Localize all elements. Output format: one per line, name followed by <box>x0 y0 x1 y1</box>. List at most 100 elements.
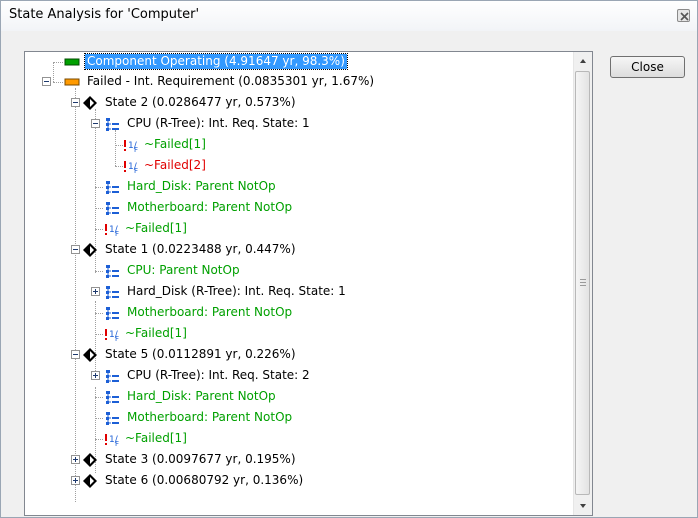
failure-mode-icon: 1/F <box>122 158 140 175</box>
tree-item-hard-disk[interactable]: Hard_Disk: Parent NotOp <box>25 177 573 197</box>
tree-connector <box>95 397 103 398</box>
rtree-icon <box>103 368 121 384</box>
tree-item-label: Component Operating (4.91647 yr, 98.3%) <box>84 53 348 70</box>
tree-item-label: Hard_Disk: Parent NotOp <box>127 389 276 403</box>
svg-text:F: F <box>134 167 138 174</box>
failure-mode-icon: 1/F <box>103 431 121 448</box>
collapse-toggle[interactable] <box>71 245 80 254</box>
state-analysis-window: State Analysis for 'Computer' Component … <box>0 0 698 518</box>
tree-item-label: State 6 (0.00680792 yr, 0.136%) <box>105 473 304 487</box>
collapse-toggle[interactable] <box>71 350 80 359</box>
tree-connector <box>95 334 103 335</box>
tree-item-label: Failed - Int. Requirement (0.0835301 yr,… <box>87 74 375 88</box>
tree-item-label: CPU: Parent NotOp <box>127 263 240 277</box>
close-button[interactable]: Close <box>610 56 685 78</box>
tree-connector <box>95 439 103 440</box>
grip-line <box>580 279 586 280</box>
tree-item-cpu-rtree[interactable]: CPU (R-Tree): Int. Req. State: 2 <box>25 366 573 386</box>
close-icon <box>680 12 689 21</box>
collapse-toggle[interactable] <box>91 119 100 128</box>
grip-line <box>580 285 586 286</box>
down-arrow-icon <box>580 504 586 508</box>
tree-connector <box>95 229 103 230</box>
collapse-toggle[interactable] <box>42 77 51 86</box>
expand-toggle[interactable] <box>71 476 80 485</box>
tree-item-failed-int-requirement[interactable]: Failed - Int. Requirement (0.0835301 yr,… <box>25 72 573 92</box>
tree-item-failure-mode[interactable]: 1/F ~Failed[2] <box>25 156 573 176</box>
tree-item-label: Hard_Disk: Parent NotOp <box>127 179 276 193</box>
diamond-state-icon <box>81 95 99 111</box>
window-title: State Analysis for 'Computer' <box>9 7 200 22</box>
scroll-up-button[interactable] <box>575 53 591 70</box>
tree-item-label: CPU (R-Tree): Int. Req. State: 1 <box>127 116 310 130</box>
up-arrow-icon <box>580 59 586 63</box>
rtree-icon <box>103 116 121 132</box>
diamond-state-icon <box>81 347 99 363</box>
rtree-icon <box>103 389 121 405</box>
failure-mode-icon: 1/F <box>103 221 121 238</box>
failure-mode-icon: 1/F <box>103 326 121 343</box>
scroll-thumb[interactable] <box>575 71 590 495</box>
tree-item-failure-mode[interactable]: 1/F ~Failed[1] <box>25 324 573 344</box>
tree-item-label: ~Failed[1] <box>125 431 187 445</box>
tree-item-label: State 2 (0.0286477 yr, 0.573%) <box>105 95 296 109</box>
tree-items: Component Operating (4.91647 yr, 98.3%) … <box>25 52 573 515</box>
tree-item-label: State 5 (0.0112891 yr, 0.226%) <box>105 347 296 361</box>
tree-item-label: Motherboard: Parent NotOp <box>127 410 293 424</box>
svg-text:F: F <box>115 230 119 237</box>
tree-item-failure-mode[interactable]: 1/F ~Failed[1] <box>25 219 573 239</box>
tree-item-failure-mode[interactable]: 1/F ~Failed[1] <box>25 135 573 155</box>
grip-line <box>580 282 586 283</box>
tree-item-hard-disk[interactable]: Hard_Disk: Parent NotOp <box>25 387 573 407</box>
tree-item-label: ~Failed[1] <box>125 326 187 340</box>
tree-item-label: ~Failed[1] <box>125 221 187 235</box>
tree-item-label: State 3 (0.0097677 yr, 0.195%) <box>105 452 296 466</box>
tree-item-motherboard[interactable]: Motherboard: Parent NotOp <box>25 303 573 323</box>
tree-connector <box>95 271 103 272</box>
tree-item-label: ~Failed[2] <box>144 158 206 172</box>
tree-item-state-6[interactable]: State 6 (0.00680792 yr, 0.136%) <box>25 471 573 491</box>
tree-item-label: Motherboard: Parent NotOp <box>127 200 293 214</box>
tree-item-state-2[interactable]: State 2 (0.0286477 yr, 0.573%) <box>25 93 573 113</box>
tree-item-label: Hard_Disk (R-Tree): Int. Req. State: 1 <box>127 284 346 298</box>
tree-connector <box>95 418 103 419</box>
green-status-bar-icon <box>63 54 81 70</box>
rtree-icon <box>103 179 121 195</box>
expand-toggle[interactable] <box>91 371 100 380</box>
tree-item-cpu[interactable]: CPU: Parent NotOp <box>25 261 573 281</box>
dialog-body: Component Operating (4.91647 yr, 98.3%) … <box>1 31 697 517</box>
svg-text:F: F <box>134 146 138 153</box>
tree-item-component-operating[interactable]: Component Operating (4.91647 yr, 98.3%) <box>25 52 573 72</box>
diamond-state-icon <box>81 242 99 258</box>
scroll-down-button[interactable] <box>575 497 591 514</box>
svg-text:F: F <box>115 335 119 342</box>
tree-item-motherboard[interactable]: Motherboard: Parent NotOp <box>25 198 573 218</box>
diamond-state-icon <box>81 473 99 489</box>
tree-item-state-3[interactable]: State 3 (0.0097677 yr, 0.195%) <box>25 450 573 470</box>
tree-item-state-5[interactable]: State 5 (0.0112891 yr, 0.226%) <box>25 345 573 365</box>
tree-item-label: CPU (R-Tree): Int. Req. State: 2 <box>127 368 310 382</box>
tree-item-failure-mode[interactable]: 1/F ~Failed[1] <box>25 429 573 449</box>
tree-item-motherboard[interactable]: Motherboard: Parent NotOp <box>25 408 573 428</box>
rtree-icon <box>103 305 121 321</box>
tree-connector <box>95 187 103 188</box>
tree-item-state-1[interactable]: State 1 (0.0223488 yr, 0.447%) <box>25 240 573 260</box>
diamond-state-icon <box>81 452 99 468</box>
rtree-icon <box>103 200 121 216</box>
vertical-scrollbar[interactable] <box>573 52 592 515</box>
tree-item-cpu-rtree[interactable]: CPU (R-Tree): Int. Req. State: 1 <box>25 114 573 134</box>
title-bar[interactable]: State Analysis for 'Computer' <box>1 1 697 31</box>
tree-item-hard-disk-rtree[interactable]: Hard_Disk (R-Tree): Int. Req. State: 1 <box>25 282 573 302</box>
state-tree-view[interactable]: Component Operating (4.91647 yr, 98.3%) … <box>24 51 593 516</box>
orange-status-bar-icon <box>63 74 81 90</box>
rtree-icon <box>103 284 121 300</box>
tree-item-label: ~Failed[1] <box>144 137 206 151</box>
rtree-icon <box>103 263 121 279</box>
expand-toggle[interactable] <box>91 287 100 296</box>
collapse-toggle[interactable] <box>71 98 80 107</box>
rtree-icon <box>103 410 121 426</box>
window-close-button[interactable] <box>677 9 690 22</box>
tree-connector <box>95 208 103 209</box>
failure-mode-icon: 1/F <box>122 137 140 154</box>
expand-toggle[interactable] <box>71 455 80 464</box>
